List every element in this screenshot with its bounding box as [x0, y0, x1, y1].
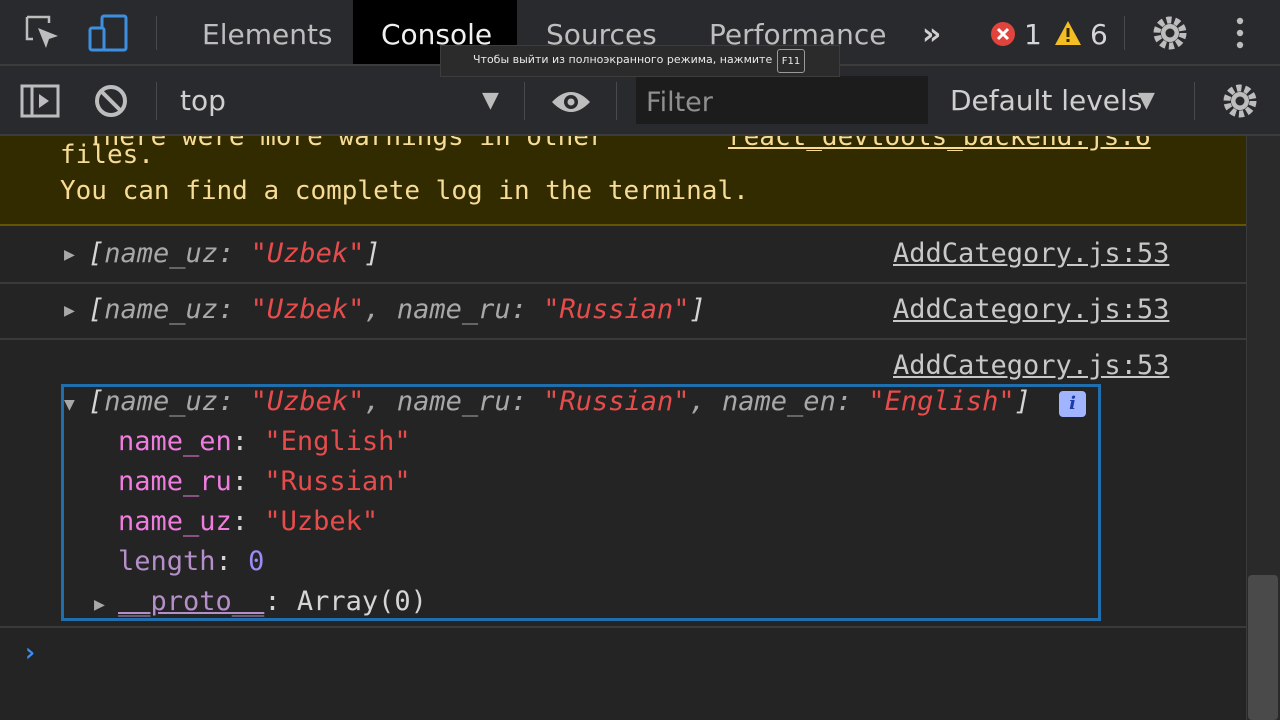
- collapse-triangle-icon[interactable]: ▼: [64, 394, 75, 415]
- tooltip-key: F11: [777, 49, 805, 73]
- warning-count[interactable]: 6: [1090, 18, 1108, 51]
- warning-icon: [1055, 21, 1081, 45]
- separator: [616, 82, 617, 120]
- log-key: name_uz: [104, 238, 219, 269]
- property-value: "Uzbek": [264, 506, 379, 537]
- bracket: ]: [364, 238, 381, 269]
- property-key: length: [118, 546, 216, 577]
- property-value: 0: [248, 546, 265, 577]
- property-row[interactable]: name_uz: "Uzbek": [118, 506, 378, 537]
- more-options-icon[interactable]: [1233, 16, 1247, 52]
- log-key: name_ru: [396, 386, 511, 417]
- source-link[interactable]: AddCategory.js:53: [893, 238, 1169, 269]
- expand-triangle-icon[interactable]: ▶: [64, 244, 75, 265]
- log-levels-dropdown[interactable]: Default levels: [950, 84, 1142, 117]
- log-sep: :: [510, 294, 544, 325]
- warning-source-link[interactable]: react_devtools_backend.js:6: [728, 136, 1151, 152]
- tab-elements[interactable]: Elements: [174, 0, 361, 64]
- inspect-element-icon[interactable]: [24, 14, 62, 52]
- log-sep: :: [218, 294, 251, 325]
- log-message[interactable]: [name_uz: "Uzbek"]: [88, 238, 381, 269]
- log-sep: ,: [364, 386, 397, 417]
- expand-triangle-icon[interactable]: ▶: [94, 594, 105, 615]
- separator: [1124, 16, 1125, 50]
- expand-triangle-icon[interactable]: ▶: [64, 300, 75, 321]
- live-expression-eye-icon[interactable]: [550, 88, 592, 116]
- log-sep: :: [218, 238, 251, 269]
- chevron-down-icon[interactable]: ▼: [482, 88, 499, 113]
- error-count[interactable]: 1: [1024, 18, 1042, 51]
- log-key: name_ru: [396, 294, 511, 325]
- error-icon: [991, 22, 1015, 46]
- separator: [524, 82, 525, 120]
- property-row[interactable]: length: 0: [118, 546, 264, 577]
- property-key: name_uz: [118, 506, 232, 537]
- property-sep: :: [231, 466, 265, 497]
- property-row[interactable]: __proto__: Array(0): [118, 586, 427, 617]
- property-value: Array(0): [296, 586, 427, 617]
- log-message[interactable]: [name_uz: "Uzbek", name_ru: "Russian"]: [88, 294, 706, 325]
- property-value: "English": [264, 426, 411, 457]
- log-key: name_en: [722, 386, 836, 417]
- source-link[interactable]: AddCategory.js:53: [893, 294, 1169, 325]
- bracket: ]: [1014, 386, 1031, 417]
- warning-text: files.: [60, 140, 154, 170]
- property-row[interactable]: name_en: "English": [118, 426, 411, 457]
- log-value: "Russian": [543, 386, 690, 417]
- separator: [1194, 82, 1195, 120]
- log-value: "Uzbek": [250, 386, 365, 417]
- bracket: ]: [689, 294, 706, 325]
- source-link[interactable]: AddCategory.js:53: [893, 350, 1169, 381]
- log-sep: ,: [689, 386, 723, 417]
- log-key: name_uz: [104, 386, 219, 417]
- property-sep: :: [215, 546, 249, 577]
- filter-input[interactable]: [636, 76, 928, 124]
- filter-box: [636, 76, 928, 124]
- console-prompt-icon[interactable]: ›: [22, 638, 38, 668]
- context-selector[interactable]: top: [180, 84, 226, 117]
- property-sep: :: [231, 426, 265, 457]
- property-value: "Russian": [264, 466, 411, 497]
- warning-text: There were more warnings in other: [88, 136, 605, 152]
- log-key: name_uz: [104, 294, 219, 325]
- sidebar-toggle-icon[interactable]: [20, 84, 60, 118]
- log-value: "English": [868, 386, 1015, 417]
- console-settings-gear-icon[interactable]: [1221, 82, 1259, 120]
- bracket: [: [88, 294, 105, 325]
- settings-gear-icon[interactable]: [1151, 14, 1189, 52]
- log-value: "Russian": [543, 294, 690, 325]
- property-sep: :: [231, 506, 265, 537]
- bracket: [: [88, 238, 105, 269]
- console-messages: There were more warnings in other react_…: [0, 136, 1246, 720]
- log-value: "Uzbek": [250, 294, 365, 325]
- more-tabs-icon[interactable]: »: [922, 17, 941, 52]
- property-sep: :: [264, 586, 297, 617]
- console-log-row: ▶ [name_uz: "Uzbek"] AddCategory.js:53: [0, 228, 1246, 284]
- log-message[interactable]: [name_uz: "Uzbek", name_ru: "Russian", n…: [88, 386, 1031, 417]
- log-sep: :: [835, 386, 869, 417]
- scrollbar-thumb[interactable]: [1248, 575, 1278, 720]
- clear-console-icon[interactable]: [94, 84, 128, 118]
- tooltip-text: Чтобы выйти из полноэкранного режима, на…: [473, 53, 773, 66]
- log-sep: :: [510, 386, 544, 417]
- warning-text: You can find a complete log in the termi…: [60, 176, 749, 206]
- log-value: "Uzbek": [250, 238, 365, 269]
- chevron-down-icon[interactable]: ▼: [1138, 88, 1155, 113]
- info-icon[interactable]: i: [1059, 391, 1086, 417]
- log-sep: ,: [364, 294, 397, 325]
- warning-message: There were more warnings in other react_…: [0, 136, 1246, 226]
- property-key: name_ru: [118, 466, 232, 497]
- separator: [156, 82, 157, 120]
- bracket: [: [88, 386, 105, 417]
- console-log-row: ▶ [name_uz: "Uzbek", name_ru: "Russian"]…: [0, 284, 1246, 340]
- property-row[interactable]: name_ru: "Russian": [118, 466, 411, 497]
- device-toolbar-icon[interactable]: [88, 14, 130, 54]
- separator: [156, 16, 157, 50]
- log-sep: :: [218, 386, 251, 417]
- fullscreen-tooltip: Чтобы выйти из полноэкранного режима, на…: [440, 45, 840, 77]
- property-key: name_en: [118, 426, 232, 457]
- property-key: __proto__: [118, 586, 265, 617]
